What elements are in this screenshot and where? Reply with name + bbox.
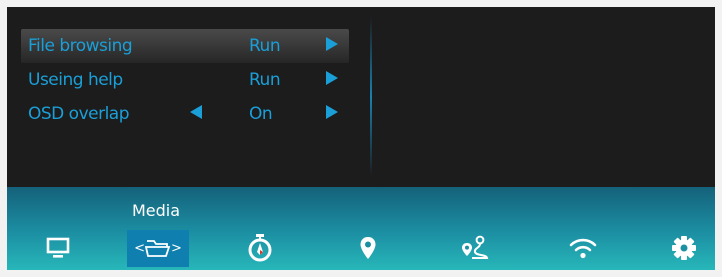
osd-screen: File browsing Run Useing help Run OSD ov… (7, 7, 715, 270)
arrow-right-icon[interactable] (326, 105, 338, 119)
arrow-right-icon[interactable] (326, 37, 338, 51)
gear-icon (672, 236, 696, 260)
tab-wifi[interactable] (563, 231, 603, 265)
settings-menu: File browsing Run Useing help Run OSD ov… (21, 29, 349, 131)
map-pin-icon (360, 237, 376, 259)
tab-location[interactable] (348, 231, 388, 265)
arrow-left-icon[interactable] (190, 105, 202, 119)
stopwatch-icon (248, 234, 272, 262)
menu-item-osd-overlap[interactable]: OSD overlap On (21, 97, 349, 131)
taskbar: Media < > (7, 187, 715, 270)
menu-item-using-help[interactable]: Useing help Run (21, 63, 349, 97)
menu-item-label: OSD overlap (28, 104, 130, 124)
tab-settings[interactable] (664, 231, 704, 265)
menu-item-value: Run (249, 70, 281, 90)
monitor-icon (46, 237, 70, 258)
chevron-right-icon: > (171, 240, 182, 256)
menu-item-label: File browsing (28, 36, 133, 56)
route-icon (462, 235, 489, 259)
tab-media[interactable]: < > (128, 231, 188, 265)
menu-item-value: Run (249, 36, 281, 56)
tab-timer[interactable] (240, 231, 280, 265)
chevron-left-icon: < (134, 240, 145, 256)
wifi-icon (569, 238, 597, 259)
arrow-right-icon[interactable] (326, 71, 338, 85)
menu-item-value: On (249, 104, 273, 124)
tab-route[interactable] (455, 231, 495, 265)
folder-icon (145, 240, 171, 257)
active-tab-label: Media (132, 201, 181, 220)
menu-item-file-browsing[interactable]: File browsing Run (21, 29, 349, 63)
tab-display[interactable] (38, 231, 78, 265)
menu-item-label: Useing help (28, 70, 123, 90)
panel-divider (370, 17, 372, 177)
